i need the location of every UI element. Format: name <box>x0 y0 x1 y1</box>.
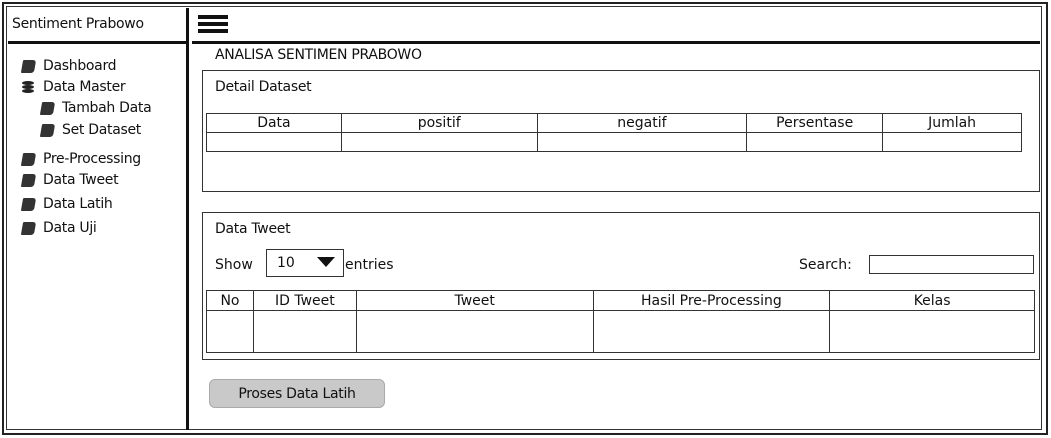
sidebar: Sentiment Prabowo Dashboard Data Master … <box>8 8 189 430</box>
book-icon <box>39 101 56 115</box>
sidebar-item-dashboard[interactable]: Dashboard <box>20 55 117 77</box>
proses-data-latih-button[interactable]: Proses Data Latih <box>209 379 385 408</box>
column-header: No <box>206 290 254 311</box>
column-header: negatif <box>536 113 748 133</box>
book-icon <box>39 123 56 137</box>
panel-title: Detail Dataset <box>215 79 312 95</box>
topbar <box>192 8 1040 44</box>
caret-down-icon <box>317 257 335 267</box>
brand-title: Sentiment Prabowo <box>8 8 189 44</box>
book-icon <box>20 221 37 235</box>
entries-select[interactable]: 10 <box>266 249 344 277</box>
show-label: Show <box>215 257 253 273</box>
column-header: Data <box>206 113 342 133</box>
sidebar-item-set-dataset[interactable]: Set Dataset <box>39 119 141 141</box>
column-header: ID Tweet <box>252 290 357 311</box>
panel-title: Data Tweet <box>215 221 291 237</box>
sidebar-item-data-latih[interactable]: Data Latih <box>20 193 113 215</box>
table-cell <box>829 310 1035 353</box>
sidebar-item-label: Tambah Data <box>62 100 152 116</box>
detail-dataset-table: Data positif negatif Persentase Jumlah <box>206 113 1022 152</box>
data-tweet-panel: Data Tweet Show 10 entries Search: No ID… <box>202 212 1040 360</box>
page-title: ANALISA SENTIMEN PRABOWO <box>215 47 422 63</box>
table-cell <box>882 132 1022 152</box>
column-header: Jumlah <box>882 113 1022 133</box>
column-header: Tweet <box>355 290 594 311</box>
sidebar-item-data-uji[interactable]: Data Uji <box>20 217 97 239</box>
sidebar-item-pre-processing[interactable]: Pre-Processing <box>20 148 141 170</box>
detail-dataset-panel: Detail Dataset Data positif negatif Pers… <box>202 70 1040 192</box>
table-cell <box>355 310 594 353</box>
sidebar-item-label: Data Latih <box>43 196 113 212</box>
hamburger-icon[interactable] <box>198 15 228 35</box>
database-icon <box>22 80 35 94</box>
search-input[interactable] <box>869 255 1034 274</box>
book-icon <box>20 197 37 211</box>
table-row <box>206 132 1022 152</box>
table-cell <box>206 132 342 152</box>
sidebar-item-label: Data Master <box>43 79 126 95</box>
sidebar-item-label: Data Tweet <box>43 172 119 188</box>
data-tweet-table: No ID Tweet Tweet Hasil Pre-Processing K… <box>206 290 1035 353</box>
table-cell <box>536 132 748 152</box>
sidebar-item-label: Pre-Processing <box>43 151 141 167</box>
table-cell <box>746 132 884 152</box>
table-cell <box>340 132 538 152</box>
table-cell <box>592 310 831 353</box>
table-header-row: Data positif negatif Persentase Jumlah <box>206 113 1022 133</box>
book-icon <box>20 152 37 166</box>
entries-value: 10 <box>277 255 295 271</box>
entries-label: entries <box>345 257 394 273</box>
book-icon <box>20 173 37 187</box>
column-header: Persentase <box>746 113 884 133</box>
sidebar-item-label: Data Uji <box>43 220 97 236</box>
column-header: positif <box>340 113 538 133</box>
table-header-row: No ID Tweet Tweet Hasil Pre-Processing K… <box>206 290 1035 311</box>
search-label: Search: <box>799 257 852 273</box>
column-header: Hasil Pre-Processing <box>592 290 831 311</box>
sidebar-item-tambah-data[interactable]: Tambah Data <box>39 97 152 119</box>
table-cell <box>252 310 357 353</box>
sidebar-item-data-master[interactable]: Data Master <box>22 76 126 98</box>
sidebar-item-label: Dashboard <box>43 58 117 74</box>
sidebar-item-label: Set Dataset <box>62 122 141 138</box>
column-header: Kelas <box>829 290 1035 311</box>
table-cell <box>206 310 254 353</box>
book-icon <box>20 59 37 73</box>
table-row <box>206 310 1035 353</box>
sidebar-item-data-tweet[interactable]: Data Tweet <box>20 169 119 191</box>
